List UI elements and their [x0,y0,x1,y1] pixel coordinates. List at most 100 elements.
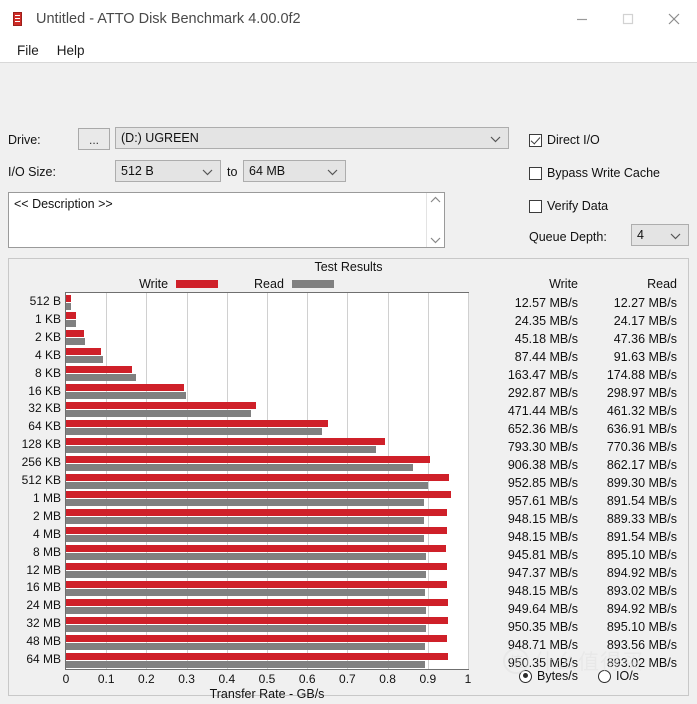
scroll-up-icon[interactable] [430,196,441,203]
chart-category-label: 8 KB [9,366,61,380]
io-size-to-select[interactable]: 64 MB [243,160,346,182]
radio-label-bytes: Bytes/s [537,669,578,683]
bar-read [66,571,426,578]
bar-read [66,535,424,542]
drive-select[interactable]: (D:) UGREEN [115,127,509,149]
description-value[interactable]: << Description >> [9,193,426,247]
chevron-down-icon [670,233,681,240]
x-axis-tick-label: 0 [63,672,70,686]
bar-write [66,491,451,498]
bar-write [66,509,447,516]
bar-write [66,384,184,391]
table-cell-read: 889.33 MB/s [586,512,685,526]
description-field[interactable]: << Description >> [8,192,445,248]
radio-bytes-per-second[interactable]: Bytes/s [519,669,578,683]
table-cell-write: 471.44 MB/s [487,404,586,418]
chart-category-label: 512 B [9,294,61,308]
table-row: 948.15 MB/s891.54 MB/s [487,528,685,546]
io-size-from-select[interactable]: 512 B [115,160,221,182]
chart-category-label: 16 KB [9,384,61,398]
table-row: 24.35 MB/s24.17 MB/s [487,312,685,330]
chart-legend: Write Read [9,277,464,291]
table-cell-write: 950.35 MB/s [487,656,586,670]
table-cell-read: 91.63 MB/s [586,350,685,364]
table-row: 471.44 MB/s461.32 MB/s [487,402,685,420]
radio-label-io: IO/s [616,669,639,683]
bar-write [66,420,328,427]
bar-read [66,338,85,345]
x-axis-tick-label: 0.9 [419,672,436,686]
bar-group [66,383,468,401]
legend-entry-write: Write [139,277,218,291]
bar-read [66,643,425,650]
bar-write [66,348,101,355]
chart-category-label: 32 KB [9,401,61,415]
close-icon[interactable] [651,0,697,38]
bar-group [66,401,468,419]
table-row: 292.87 MB/s298.97 MB/s [487,384,685,402]
results-table: Write Read 12.57 MB/s12.27 MB/s24.35 MB/… [487,277,685,672]
checkbox-mark-icon [529,167,542,180]
table-cell-write: 906.38 MB/s [487,458,586,472]
description-scrollbar[interactable] [426,193,444,247]
x-axis-tick-label: 0.4 [218,672,235,686]
chart-category-label: 48 MB [9,634,61,648]
table-header-read: Read [586,277,685,294]
bar-write [66,312,76,319]
bar-write [66,617,448,624]
chart-category-label: 512 KB [9,473,61,487]
chart-category-label: 256 KB [9,455,61,469]
bar-group [66,652,468,670]
legend-swatch-write [176,280,218,288]
chart-category-label: 2 MB [9,509,61,523]
bar-read [66,356,103,363]
radio-io-per-second[interactable]: IO/s [598,669,639,683]
chart-category-label: 2 KB [9,330,61,344]
table-row: 793.30 MB/s770.36 MB/s [487,438,685,456]
table-row: 163.47 MB/s174.88 MB/s [487,366,685,384]
scroll-down-icon[interactable] [430,237,441,244]
bar-group [66,455,468,473]
table-row: 947.37 MB/s894.92 MB/s [487,564,685,582]
chart-x-axis-ticks: 00.10.20.30.40.50.60.70.80.91 [65,672,469,688]
table-cell-read: 24.17 MB/s [586,314,685,328]
menu-item-file[interactable]: File [8,41,48,60]
title-bar: Untitled - ATTO Disk Benchmark 4.00.0f2 [0,0,697,38]
bar-write [66,438,385,445]
table-cell-write: 793.30 MB/s [487,440,586,454]
bypass-write-cache-label: Bypass Write Cache [547,166,660,180]
table-cell-write: 948.71 MB/s [487,638,586,652]
table-row: 906.38 MB/s862.17 MB/s [487,456,685,474]
settings-panel: Drive: ... (D:) UGREEN I/O Size: 512 B t… [0,63,697,193]
maximize-icon[interactable] [605,0,651,38]
legend-label-read: Read [254,277,284,291]
bar-group [66,634,468,652]
bar-write [66,527,447,534]
table-cell-read: 862.17 MB/s [586,458,685,472]
radio-mark-icon [598,670,611,683]
bar-write [66,402,256,409]
chart-category-label: 24 MB [9,598,61,612]
verify-data-label: Verify Data [547,199,608,213]
minimize-icon[interactable] [559,0,605,38]
drive-select-value: (D:) UGREEN [121,131,199,145]
legend-label-write: Write [139,277,168,291]
bar-read [66,661,425,668]
table-header-row: Write Read [487,277,685,294]
chart-category-label: 12 MB [9,563,61,577]
menu-item-help[interactable]: Help [48,41,94,60]
verify-data-checkbox[interactable]: Verify Data [529,199,608,213]
direct-io-checkbox[interactable]: Direct I/O [529,133,600,147]
table-cell-read: 893.02 MB/s [586,584,685,598]
table-cell-read: 895.10 MB/s [586,620,685,634]
table-cell-write: 945.81 MB/s [487,548,586,562]
table-cell-read: 891.54 MB/s [586,530,685,544]
bar-write [66,295,71,302]
bar-write [66,456,430,463]
browse-drive-button[interactable]: ... [78,128,110,150]
bar-write [66,366,132,373]
bypass-write-cache-checkbox[interactable]: Bypass Write Cache [529,166,660,180]
table-cell-write: 948.15 MB/s [487,512,586,526]
bar-group [66,419,468,437]
queue-depth-select[interactable]: 4 [631,224,689,246]
